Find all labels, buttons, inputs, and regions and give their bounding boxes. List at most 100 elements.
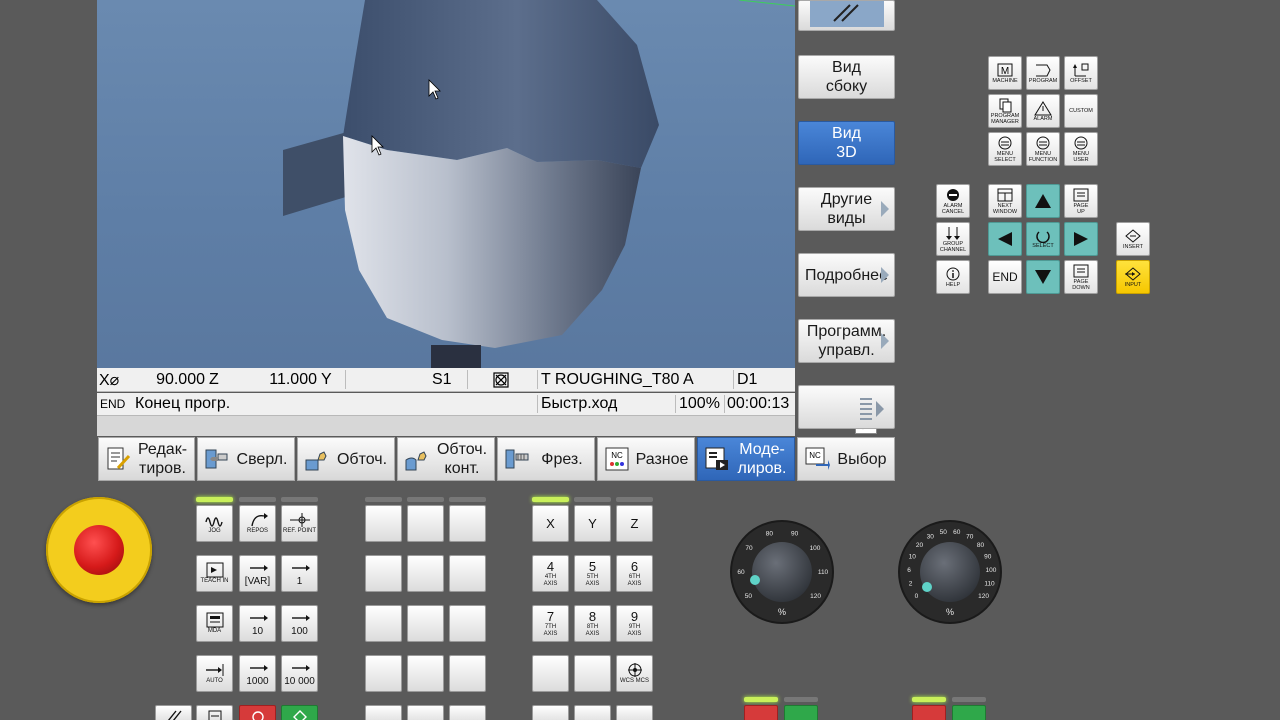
increment-icon: [249, 665, 268, 671]
single-block-button[interactable]: [196, 705, 233, 720]
key-menu-select[interactable]: MENU SELECT: [988, 132, 1022, 166]
blank-key[interactable]: [407, 505, 444, 542]
emergency-stop-button[interactable]: [46, 497, 152, 603]
inc-100-button[interactable]: 100: [281, 605, 318, 642]
spindle-stop-button[interactable]: [744, 705, 778, 720]
spindle-label: S1: [432, 370, 452, 388]
axis-5-button[interactable]: 5 5TH AXIS: [574, 555, 611, 592]
vsk-side-view-button[interactable]: Вид сбоку: [798, 55, 895, 99]
axis-z-button[interactable]: Z: [616, 505, 653, 542]
blank-key[interactable]: [574, 655, 611, 692]
key-offset[interactable]: OFFSET: [1064, 56, 1098, 90]
hsk-misc-button[interactable]: NC Разное: [597, 437, 695, 481]
vsk-slash-button[interactable]: [798, 0, 895, 31]
key-arrow-down[interactable]: [1026, 260, 1060, 294]
key-help[interactable]: HELP: [936, 260, 970, 294]
axis-8-button[interactable]: 8 8TH AXIS: [574, 605, 611, 642]
blank-key[interactable]: [407, 705, 444, 720]
inc-var-button[interactable]: [VAR]: [239, 555, 276, 592]
key-machine[interactable]: M MACHINE: [988, 56, 1022, 90]
key-custom[interactable]: CUSTOM: [1064, 94, 1098, 128]
wcs-mcs-button[interactable]: WCS MCS: [616, 655, 653, 692]
axis-9-button[interactable]: 9 9TH AXIS: [616, 605, 653, 642]
key-alarm[interactable]: ALARM: [1026, 94, 1060, 128]
axis-x-button[interactable]: X: [532, 505, 569, 542]
blank-key[interactable]: [407, 605, 444, 642]
hsk-edit-button[interactable]: Редак- тиров.: [98, 437, 195, 481]
key-program-manager[interactable]: PROGRAM MANAGER: [988, 94, 1022, 128]
hsk-drilling-button[interactable]: Сверл.: [197, 437, 295, 481]
key-group-channel[interactable]: GROUP CHANNEL: [936, 222, 970, 256]
simulation-3d-view[interactable]: [97, 0, 795, 368]
hsk-edit-label: Редак- тиров.: [137, 441, 188, 477]
inc-10-button[interactable]: 10: [239, 605, 276, 642]
inc-1-button[interactable]: 1: [281, 555, 318, 592]
spindle-stop-icon: [493, 368, 513, 391]
page-down-icon: [1073, 264, 1089, 277]
mode-teach-in-button[interactable]: TEACH IN: [196, 555, 233, 592]
hsk-simulation-button[interactable]: Моде- лиров.: [697, 437, 795, 481]
feed-start-button[interactable]: [952, 705, 986, 720]
key-alarm-cancel[interactable]: ALARM CANCEL: [936, 184, 970, 218]
key-select[interactable]: SELECT: [1026, 222, 1060, 256]
key-arrow-right[interactable]: [1064, 222, 1098, 256]
axis-plus-button[interactable]: [616, 705, 653, 720]
blank-key[interactable]: [365, 705, 402, 720]
axis-6-button[interactable]: 6 6TH AXIS: [616, 555, 653, 592]
key-arrow-up[interactable]: [1026, 184, 1060, 218]
feed-override-dial[interactable]: 02 6 10 2030 50 60 7080 90 100 110 120 %: [897, 519, 1003, 625]
blank-key[interactable]: [407, 655, 444, 692]
mode-jog-button[interactable]: JOG: [196, 505, 233, 542]
blank-key[interactable]: [365, 555, 402, 592]
blank-key[interactable]: [449, 505, 486, 542]
feed-stop-button[interactable]: [912, 705, 946, 720]
reset-button[interactable]: [155, 705, 192, 720]
key-input[interactable]: INPUT: [1116, 260, 1150, 294]
hsk-select-button[interactable]: NC Выбор: [797, 437, 895, 481]
cycle-start-button[interactable]: [281, 705, 318, 720]
key-page-down[interactable]: PAGE DOWN: [1064, 260, 1098, 294]
inc-1000-button[interactable]: 1000: [239, 655, 276, 692]
key-end[interactable]: END: [988, 260, 1022, 294]
key-menu-user[interactable]: MENU USER: [1064, 132, 1098, 166]
vsk-extend-button[interactable]: [798, 385, 895, 429]
blank-key[interactable]: [532, 705, 569, 720]
hsk-contour-turning-button[interactable]: Обточ. конт.: [397, 437, 495, 481]
hsk-milling-button[interactable]: Фрез.: [497, 437, 595, 481]
rapid-traverse-button[interactable]: [574, 705, 611, 720]
vsk-3d-view-button[interactable]: Вид 3D: [798, 121, 895, 165]
blank-key[interactable]: [365, 655, 402, 692]
axis-y-button[interactable]: Y: [574, 505, 611, 542]
blank-key[interactable]: [449, 705, 486, 720]
dial-tick-label: 120: [810, 593, 821, 600]
hsk-turning-button[interactable]: Обточ.: [297, 437, 395, 481]
inc-10000-button[interactable]: 10 000: [281, 655, 318, 692]
spindle-start-button[interactable]: [784, 705, 818, 720]
blank-key[interactable]: [407, 555, 444, 592]
key-menu-function[interactable]: MENU FUNCTION: [1026, 132, 1060, 166]
mode-repos-button[interactable]: REPOS: [239, 505, 276, 542]
spindle-override-dial[interactable]: 50 60 70 80 90 100 110 120 %: [729, 519, 835, 625]
axis-4-button[interactable]: 4 4TH AXIS: [532, 555, 569, 592]
blank-key[interactable]: [449, 605, 486, 642]
vsk-details-button[interactable]: Подробнее: [798, 253, 895, 297]
override-percent: 100%: [679, 395, 720, 412]
blank-key[interactable]: [365, 505, 402, 542]
axis-9-label: 9: [630, 608, 639, 624]
axis-7-button[interactable]: 7 7TH AXIS: [532, 605, 569, 642]
cycle-stop-button[interactable]: [239, 705, 276, 720]
key-arrow-left[interactable]: [988, 222, 1022, 256]
vsk-program-control-button[interactable]: Программ. управл.: [798, 319, 895, 363]
key-insert[interactable]: INSERT: [1116, 222, 1150, 256]
mode-ref-point-button[interactable]: REF. POINT: [281, 505, 318, 542]
blank-key[interactable]: [449, 655, 486, 692]
blank-key[interactable]: [532, 655, 569, 692]
vsk-other-views-button[interactable]: Другие виды: [798, 187, 895, 231]
key-program[interactable]: PROGRAM: [1026, 56, 1060, 90]
mode-auto-button[interactable]: AUTO: [196, 655, 233, 692]
mode-mda-button[interactable]: MDA: [196, 605, 233, 642]
key-next-window[interactable]: NEXT WINDOW: [988, 184, 1022, 218]
blank-key[interactable]: [365, 605, 402, 642]
key-page-up[interactable]: PAGE UP: [1064, 184, 1098, 218]
blank-key[interactable]: [449, 555, 486, 592]
